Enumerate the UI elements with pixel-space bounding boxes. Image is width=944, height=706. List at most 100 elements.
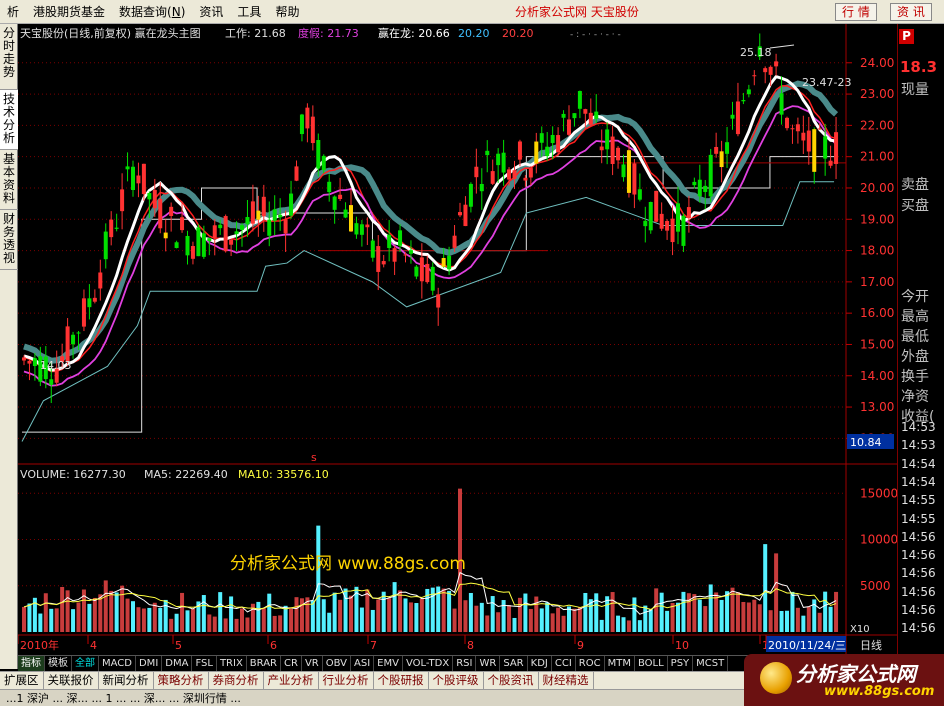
candle-body — [463, 204, 468, 227]
volume-bar — [577, 606, 582, 632]
volume-bar — [681, 591, 686, 632]
candle-body — [92, 297, 97, 302]
function-tab[interactable]: 个股资讯 — [484, 672, 539, 689]
menu-item-analysis[interactable]: 析 — [0, 3, 26, 20]
function-tab[interactable]: 行业分析 — [319, 672, 374, 689]
indicator-tab[interactable]: VOL-TDX — [403, 656, 454, 671]
menu-item-tools[interactable]: 工具 — [230, 3, 268, 20]
indicator-tab[interactable]: MCST — [693, 656, 729, 671]
volume-bar — [310, 600, 315, 632]
function-tab[interactable]: 个股评级 — [429, 672, 484, 689]
indicator-tab[interactable]: BRAR — [247, 656, 281, 671]
indicator-tab[interactable]: FSL — [192, 656, 217, 671]
tab-intraday[interactable]: 分时走势 — [0, 24, 18, 90]
quote-button[interactable]: 行 情 — [835, 3, 877, 21]
candle-body — [686, 207, 691, 219]
indicator-tab[interactable]: MACD — [99, 656, 136, 671]
indicator-tab[interactable]: DMA — [162, 656, 193, 671]
price-label: 13.00 — [860, 400, 894, 414]
candle-body — [278, 214, 283, 218]
indicator-tab[interactable]: 全部 — [72, 656, 99, 671]
candle-body — [746, 89, 751, 95]
menu-item-news[interactable]: 资讯 — [192, 3, 230, 20]
indicator-tab[interactable]: KDJ — [528, 656, 552, 671]
label-open: 今开 — [901, 289, 929, 305]
kline-chart[interactable]: 24.00 23.00 22.00 21.00 20.00 19.00 18.00 17.00… — [18, 24, 897, 655]
function-tab[interactable]: 新闻分析 — [99, 672, 154, 689]
high-annotation: 25.18 — [740, 46, 772, 59]
candle-body — [659, 213, 664, 229]
indicator-tab[interactable]: RSI — [453, 656, 477, 671]
candle-body — [714, 146, 719, 154]
candle-body — [735, 101, 740, 135]
candle-body — [294, 166, 299, 181]
indicator-tab[interactable]: WR — [476, 656, 501, 671]
price-label: 19.00 — [860, 212, 894, 226]
indicator-tab[interactable]: BOLL — [635, 656, 668, 671]
indicator-tab[interactable]: CCI — [552, 656, 576, 671]
menu-item-data-query[interactable]: 数据查询(N) — [112, 3, 192, 20]
candle-body — [501, 152, 506, 173]
indicator-tab[interactable]: 指标 — [18, 656, 45, 671]
ind-work: 工作: 21.68 — [225, 27, 286, 40]
volume-bar — [359, 607, 364, 632]
function-tab[interactable]: 扩展区 — [0, 672, 44, 689]
price-label: 20.00 — [860, 181, 894, 195]
candle-body — [310, 116, 315, 144]
candle-body — [447, 255, 452, 270]
menu-item-hk-futures-funds[interactable]: 港股期货基金 — [26, 3, 112, 20]
function-tab[interactable]: 关联报价 — [44, 672, 99, 689]
info-button[interactable]: 资 讯 — [890, 3, 932, 21]
volume-bar — [648, 609, 653, 632]
tab-financials[interactable]: 财务透视 — [0, 210, 18, 270]
candle-body — [398, 230, 403, 246]
candle-body — [131, 166, 135, 191]
function-tab[interactable]: 策略分析 — [154, 672, 209, 689]
candle-body — [806, 130, 811, 152]
indicator-tab[interactable]: DMI — [136, 656, 163, 671]
candle-body — [708, 154, 713, 197]
candle-body — [332, 196, 337, 210]
indicator-tab[interactable]: 模板 — [45, 656, 72, 671]
candle-body — [654, 190, 659, 222]
function-tab[interactable]: 财经精选 — [539, 672, 594, 689]
indicator-tab[interactable]: ROC — [576, 656, 605, 671]
volume-bar — [795, 607, 800, 632]
candle-body — [98, 272, 103, 289]
indicator-tab[interactable]: MTM — [605, 656, 635, 671]
candle-body — [828, 160, 833, 166]
candle-body — [823, 136, 828, 159]
tab-technical-analysis[interactable]: 技术分析 — [0, 90, 18, 150]
function-tab[interactable]: 券商分析 — [209, 672, 264, 689]
indicator-tab[interactable]: PSY — [668, 656, 694, 671]
volume-bar — [719, 599, 724, 632]
candle-body — [567, 119, 571, 135]
volume-bar — [234, 618, 239, 632]
tab-fundamentals[interactable]: 基本资料 — [0, 150, 18, 210]
candle-body — [289, 193, 294, 216]
date-label: 4 — [90, 639, 97, 652]
date-label: 10 — [675, 639, 689, 652]
period-label: 日线 — [860, 638, 882, 652]
indicator-tab[interactable]: SAR — [500, 656, 528, 671]
watermark-text: 分析家公式网 www.88gs.com — [230, 554, 466, 574]
function-tab[interactable]: 产业分析 — [264, 672, 319, 689]
volume-bar — [38, 613, 43, 632]
indicator-tab[interactable]: VR — [302, 656, 323, 671]
volume-bar — [76, 602, 81, 632]
cursor-price: 10.84 — [850, 436, 882, 449]
volume-bar — [174, 613, 179, 632]
candle-body — [103, 231, 108, 260]
candle-body — [648, 201, 653, 231]
indicator-tab[interactable]: EMV — [374, 656, 403, 671]
candle-body — [599, 146, 604, 151]
candle-body — [512, 170, 517, 179]
menu-item-help[interactable]: 帮助 — [268, 3, 306, 20]
indicator-tab[interactable]: ASI — [351, 656, 375, 671]
indicator-tab[interactable]: TRIX — [217, 656, 247, 671]
indicator-tab[interactable]: CR — [281, 656, 302, 671]
indicator-tab[interactable]: OBV — [323, 656, 351, 671]
function-tab[interactable]: 个股研报 — [374, 672, 429, 689]
menu-bar: 析 港股期货基金 数据查询(N) 资讯 工具 帮助 分析家公式网 天宝股份 行 … — [0, 0, 944, 24]
volume-bar — [327, 612, 332, 632]
